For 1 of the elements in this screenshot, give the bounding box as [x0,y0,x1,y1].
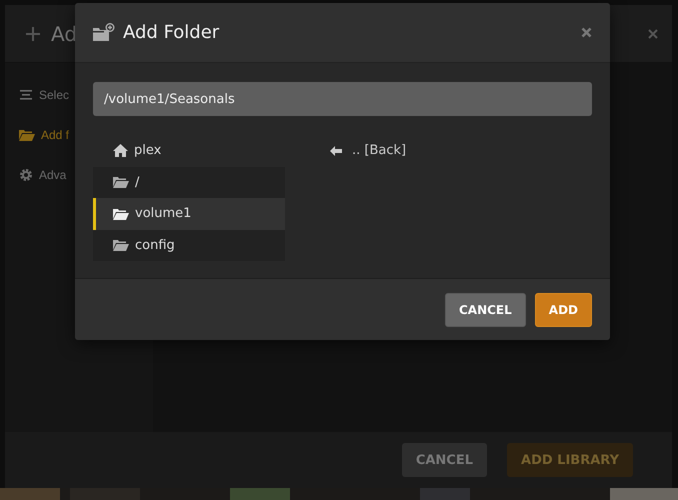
dialog-title: Add Folder [123,22,220,43]
